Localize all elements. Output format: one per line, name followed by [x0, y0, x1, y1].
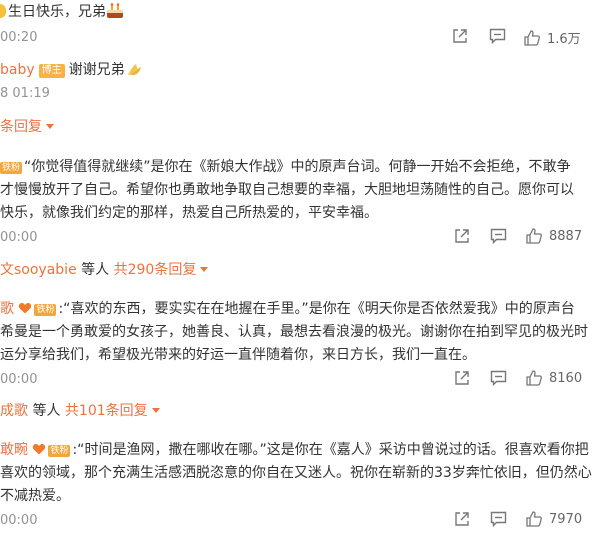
- comment-3-time: 00:00: [0, 230, 38, 245]
- comment-3-replies-summary[interactable]: 文sooyabie 等人 共290条回复: [0, 258, 209, 282]
- comment-text: :“喜欢的东西，要实实在在地握在手里。”是你在《明天你是否依然爱我》中的原声台: [58, 301, 575, 317]
- comment-3-line-3: 快乐，就像我们约定的那样，热爱自己所热爱的，平安幸福。: [0, 205, 378, 221]
- comment-1-like-button[interactable]: 1.6万: [524, 28, 581, 47]
- comment-3-line-2: 才慢慢放开了自己。希望你也勇敢地争取自己想要的幸福，大胆地坦荡随性的自己。愿你可…: [0, 182, 574, 198]
- thumbs-up-icon: [526, 511, 543, 527]
- cake-icon: [106, 3, 124, 19]
- comment-5-line-3: 不减热爱。: [0, 488, 70, 504]
- replies-count: 共290条回复: [113, 262, 197, 278]
- comment-5-reply-button[interactable]: [490, 511, 507, 527]
- comment-3-line-1: 铁粉 “你觉得值得就继续”是你在《新娘大作战》中的原声台词。何静一开始不会拒绝，不…: [0, 155, 571, 179]
- like-count: 8160: [549, 370, 583, 386]
- comment-5-line-2: 喜欢的领域，那个充满生活感洒脱恣意的你自在又迷人。祝你在崭新的33岁奔忙依旧，但…: [0, 465, 592, 481]
- chevron-down-icon: [46, 124, 54, 129]
- share-icon: [454, 511, 470, 527]
- comment-author[interactable]: 歌: [0, 301, 14, 317]
- comment-4-line-1: 歌 铁粉:“喜欢的东西，要实实在在地握在手里。”是你在《明天你是否依然爱我》中的…: [0, 297, 575, 321]
- share-icon: [452, 28, 468, 44]
- comment-1-time: 00:20: [0, 30, 38, 45]
- comment-4-replies-summary[interactable]: 成歌 等人 共101条回复: [0, 399, 160, 423]
- comment-4-share-button[interactable]: [454, 370, 470, 386]
- comment-4-line-2: 希曼是一个勇敢爱的女孩子，她善良、认真，最想去看浪漫的极光。谢谢你在拍到罕见的极…: [0, 324, 588, 340]
- comment-1-text-row: 生日快乐，兄弟: [0, 0, 124, 24]
- replies-connector: 等人: [76, 262, 114, 278]
- comment-3-reply-button[interactable]: [490, 228, 507, 244]
- replies-connector: 等人: [28, 403, 65, 419]
- comment-4-reply-button[interactable]: [490, 370, 507, 386]
- thumbs-up-icon: [526, 228, 543, 244]
- comment-text: 谢谢兄弟: [68, 62, 125, 78]
- comment-icon: [490, 511, 507, 527]
- comment-icon: [490, 228, 507, 244]
- chevron-down-icon: [200, 267, 209, 272]
- comment-2-time: 8 01:19: [0, 86, 50, 101]
- comment-5-time: 00:00: [0, 513, 38, 528]
- comment-4-time: 00:00: [0, 372, 38, 387]
- reply-author[interactable]: baby: [0, 62, 35, 78]
- reply-preview-author: 文sooyabie: [0, 262, 77, 278]
- comment-text: “你觉得值得就继续”是你在《新娘大作战》中的原声台词。何静一开始不会拒绝，不敢争: [24, 159, 571, 175]
- comment-icon: [490, 370, 507, 386]
- comment-2-text-row: baby 博主 谢谢兄弟: [0, 58, 143, 82]
- fan-badge: 铁粉: [0, 162, 23, 174]
- thumbs-up-icon: [524, 29, 541, 46]
- comment-text: :“时间是渔网，撒在哪收在哪。”这是你在《嘉人》采访中曾说过的话。很喜欢看你把: [72, 442, 589, 458]
- thumbs-up-icon: [526, 370, 543, 386]
- like-count: 7970: [549, 511, 583, 527]
- comment-4-like-button[interactable]: 8160: [526, 370, 582, 386]
- comment-text: 生日快乐，兄弟: [8, 4, 106, 20]
- view-replies-label: 条回复: [0, 119, 42, 135]
- fan-badge: 铁粉: [48, 445, 71, 457]
- reply-preview-author: 成歌: [0, 403, 28, 419]
- comment-icon: [489, 28, 506, 44]
- share-icon: [454, 370, 470, 386]
- like-count: 1.6万: [547, 32, 581, 47]
- crown-heart-icon: [18, 299, 32, 314]
- comment-4-line-3: 运分享给我们，希望极光带来的好运一直伴随着你，来日方长，我们一直在。: [0, 347, 476, 363]
- comment-1-share-button[interactable]: [452, 28, 468, 44]
- host-badge: 博主: [38, 64, 65, 78]
- comment-author[interactable]: 敢畹: [0, 442, 28, 458]
- comment-3-share-button[interactable]: [454, 228, 470, 244]
- comment-5-line-1: 敢畹 铁粉:“时间是渔网，撒在哪收在哪。”这是你在《嘉人》采访中曾说过的话。很喜…: [0, 438, 589, 462]
- view-replies-link[interactable]: 条回复: [0, 115, 54, 139]
- like-count: 8887: [549, 228, 583, 244]
- comment-5-share-button[interactable]: [454, 511, 470, 527]
- emoji-prefix: [0, 4, 6, 18]
- chevron-down-icon: [151, 408, 160, 413]
- pray-icon: [125, 61, 143, 77]
- replies-count: 共101条回复: [64, 403, 148, 419]
- fan-badge: 铁粉: [34, 304, 57, 316]
- comment-1-reply-button[interactable]: [489, 28, 506, 44]
- comment-5-like-button[interactable]: 7970: [526, 511, 582, 527]
- share-icon: [454, 228, 470, 244]
- comment-3-like-button[interactable]: 8887: [526, 228, 582, 244]
- crown-heart-icon: [32, 440, 46, 455]
